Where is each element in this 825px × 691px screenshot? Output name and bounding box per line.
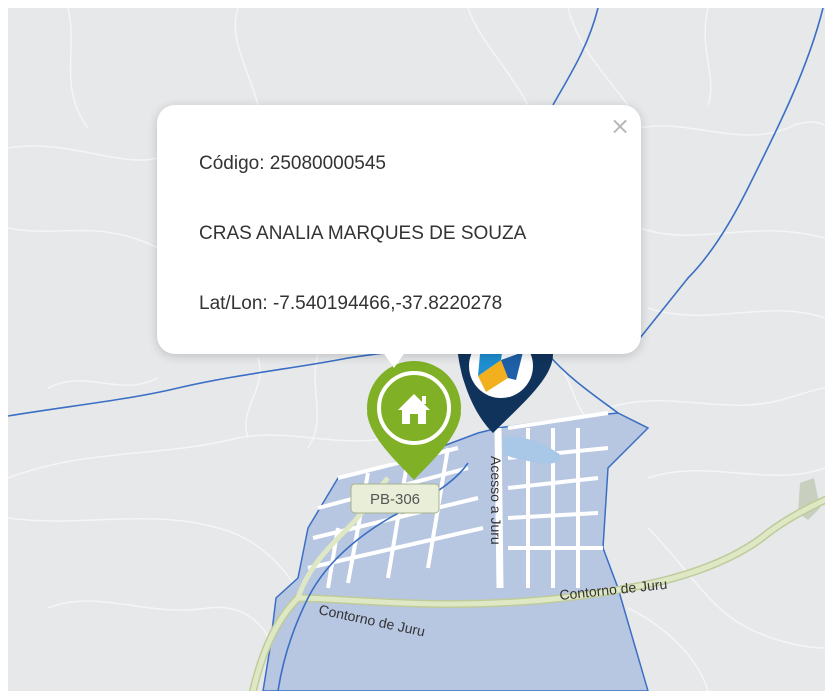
svg-text:PB-306: PB-306 [370, 491, 420, 508]
popup-code: Código: 25080000545 [199, 153, 387, 174]
close-icon[interactable]: × [609, 114, 631, 138]
popup-tip [380, 348, 408, 368]
road-shield-pb306: PB-306 [350, 483, 440, 514]
municipality-area [262, 412, 650, 691]
info-popup: × Código: 25080000545 CRAS ANALIA MARQUE… [157, 105, 641, 354]
label-acesso-a-juru: Acesso a Juru [488, 456, 504, 545]
map-viewport[interactable]: Acesso a Juru Contorno de Juru Contorno … [8, 8, 825, 691]
popup-latlon: Lat/Lon: -7.540194466,-37.8220278 [199, 293, 503, 314]
popup-name: CRAS ANALIA MARQUES DE SOUZA [199, 223, 527, 244]
